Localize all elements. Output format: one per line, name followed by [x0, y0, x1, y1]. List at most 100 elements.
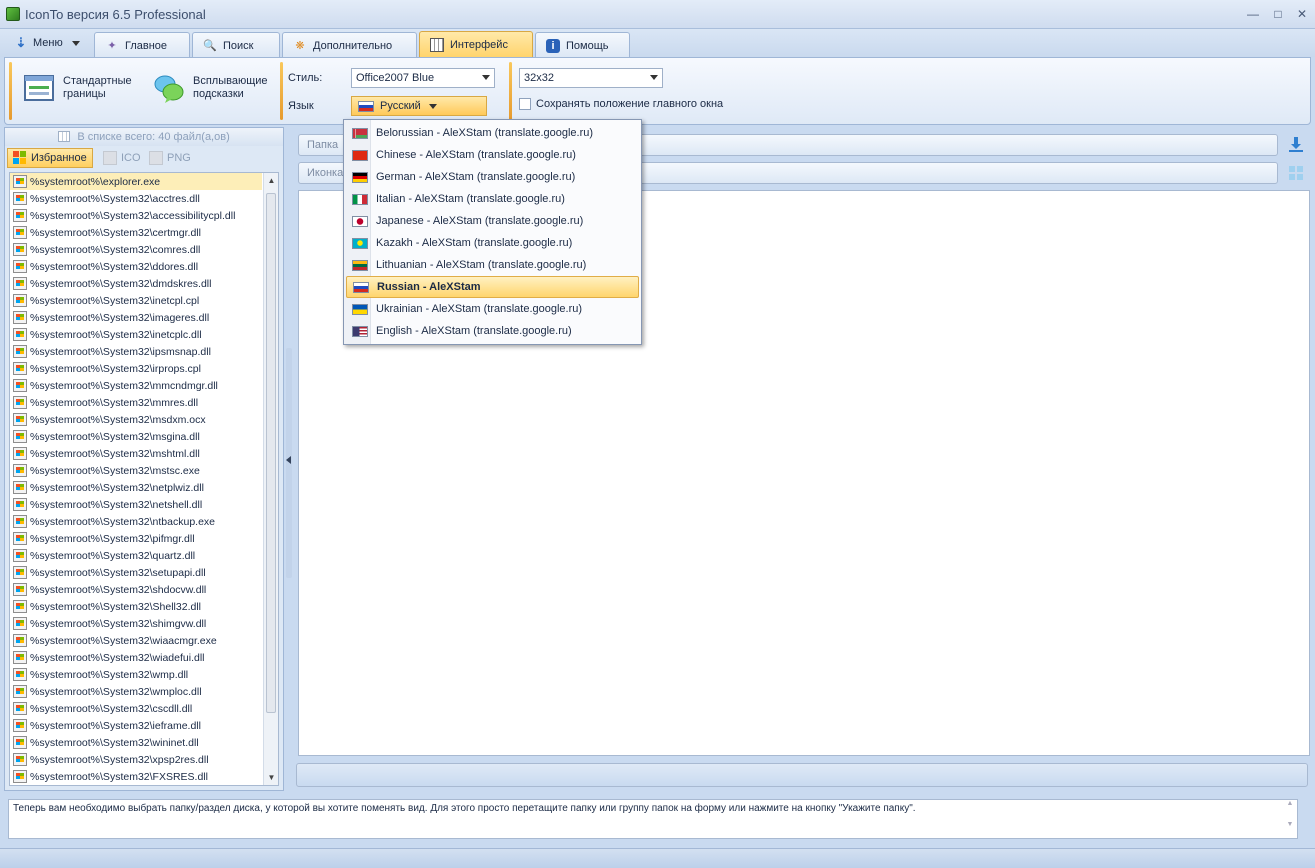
file-list-item[interactable]: %systemroot%\System32\ntbackup.exe [10, 513, 262, 530]
file-list-item[interactable]: %systemroot%\System32\irprops.cpl [10, 360, 262, 377]
file-list-item[interactable]: %systemroot%\System32\setupapi.dll [10, 564, 262, 581]
language-option[interactable]: Japanese - AleXStam (translate.google.ru… [346, 210, 639, 232]
file-list-item[interactable]: %systemroot%\System32\wininet.dll [10, 734, 262, 751]
tooltips-button[interactable]: Всплывающие подсказки [153, 72, 268, 104]
bottom-toolbar [296, 763, 1308, 787]
windows-file-icon [13, 226, 27, 239]
language-option[interactable]: Lithuanian - AleXStam (translate.google.… [346, 254, 639, 276]
chevron-down-icon [482, 75, 490, 80]
language-option[interactable]: Chinese - AleXStam (translate.google.ru) [346, 144, 639, 166]
window-title: IconTo версия 6.5 Professional [25, 7, 206, 22]
scroll-up-icon[interactable]: ▲ [264, 173, 278, 188]
file-list-item[interactable]: %systemroot%\System32\quartz.dll [10, 547, 262, 564]
file-list-item[interactable]: %systemroot%\System32\ieframe.dll [10, 717, 262, 734]
checkbox-box[interactable] [519, 98, 531, 110]
windows-file-icon [13, 379, 27, 392]
language-option[interactable]: English - AleXStam (translate.google.ru) [346, 320, 639, 342]
windows-file-icon [13, 515, 27, 528]
germany-flag-icon [352, 171, 368, 183]
file-list-item[interactable]: %systemroot%\System32\wmp.dll [10, 666, 262, 683]
file-list-item[interactable]: %systemroot%\System32\dmdskres.dll [10, 275, 262, 292]
tab-ico[interactable]: ICO [97, 148, 147, 168]
tab-favorites[interactable]: Избранное [7, 148, 93, 168]
language-select[interactable]: Русский [351, 96, 487, 116]
file-list-item[interactable]: %systemroot%\System32\shimgvw.dll [10, 615, 262, 632]
download-icon[interactable] [1288, 136, 1304, 152]
file-list-item[interactable]: %systemroot%\System32\comres.dll [10, 241, 262, 258]
file-path: %systemroot%\System32\wininet.dll [30, 736, 199, 749]
file-list-item[interactable]: %systemroot%\System32\xpsp2res.dll [10, 751, 262, 768]
language-option[interactable]: Kazakh - AleXStam (translate.google.ru) [346, 232, 639, 254]
style-select[interactable]: Office2007 Blue [351, 68, 495, 88]
file-list-item[interactable]: %systemroot%\System32\ipsmsnap.dll [10, 343, 262, 360]
ico-file-icon [103, 151, 117, 165]
minimize-button[interactable]: — [1245, 6, 1261, 22]
file-path: %systemroot%\System32\inetcpl.cpl [30, 294, 200, 307]
collapse-left-icon[interactable] [286, 456, 291, 464]
file-path: %systemroot%\System32\wiaacmgr.exe [30, 634, 217, 647]
file-list-item[interactable]: %systemroot%\System32\Shell32.dll [10, 598, 262, 615]
tab-search[interactable]: 🔍 Поиск [192, 32, 280, 58]
icon-size-select[interactable]: 32x32 [519, 68, 663, 88]
file-list-item[interactable]: %systemroot%\System32\inetcpl.cpl [10, 292, 262, 309]
file-list-item[interactable]: %systemroot%\System32\mmcndmgr.dll [10, 377, 262, 394]
windows-file-icon [13, 277, 27, 290]
language-dropdown[interactable]: Belorussian - AleXStam (translate.google… [343, 119, 642, 345]
file-list-item[interactable]: %systemroot%\System32\inetcplc.dll [10, 326, 262, 343]
windows-file-icon [13, 719, 27, 732]
file-list-item[interactable]: %systemroot%\System32\cscdll.dll [10, 700, 262, 717]
info-shield-icon: i [546, 38, 560, 53]
file-list[interactable]: %systemroot%\explorer.exe %systemroot%\Sy… [9, 172, 279, 786]
language-option[interactable]: Russian - AleXStam [346, 276, 639, 298]
app-icon [6, 7, 20, 21]
file-list-item[interactable]: %systemroot%\System32\imageres.dll [10, 309, 262, 326]
search-icon: 🔍 [203, 39, 217, 52]
language-option[interactable]: Ukrainian - AleXStam (translate.google.r… [346, 298, 639, 320]
vertical-scrollbar[interactable]: ▲ ▼ [263, 173, 278, 785]
panel-splitter[interactable] [286, 348, 292, 578]
file-list-item[interactable]: %systemroot%\System32\certmgr.dll [10, 224, 262, 241]
file-path: %systemroot%\System32\shdocvw.dll [30, 583, 207, 596]
scrollbar-thumb[interactable] [266, 193, 276, 713]
close-button[interactable]: ✕ [1294, 6, 1310, 22]
windows-file-icon [13, 481, 27, 494]
file-list-item[interactable]: %systemroot%\System32\netplwiz.dll [10, 479, 262, 496]
file-list-item[interactable]: %systemroot%\System32\accessibilitycpl.d… [10, 207, 262, 224]
language-option-label: Japanese - AleXStam (translate.google.ru… [376, 215, 584, 227]
language-option[interactable]: German - AleXStam (translate.google.ru) [346, 166, 639, 188]
file-path: %systemroot%\System32\certmgr.dll [30, 226, 201, 239]
menu-button[interactable]: ⇣ Меню [14, 36, 80, 50]
language-option[interactable]: Belorussian - AleXStam (translate.google… [346, 122, 639, 144]
tab-png[interactable]: PNG [143, 148, 197, 168]
file-list-item[interactable]: %systemroot%\System32\wiadefui.dll [10, 649, 262, 666]
tab-help[interactable]: i Помощь [535, 32, 630, 58]
file-list-item[interactable]: %systemroot%\explorer.exe [10, 173, 262, 190]
file-list-item[interactable]: %systemroot%\System32\mshtml.dll [10, 445, 262, 462]
file-list-item[interactable]: %systemroot%\System32\msgina.dll [10, 428, 262, 445]
windows-logo-icon[interactable] [1288, 165, 1304, 181]
save-position-checkbox[interactable]: Сохранять положение главного окна [519, 98, 723, 110]
favorites-panel: В списке всего: 40 файл(а,ов) Избранное … [4, 127, 284, 791]
file-list-item[interactable]: %systemroot%\System32\mmres.dll [10, 394, 262, 411]
file-list-item[interactable]: %systemroot%\System32\wmploc.dll [10, 683, 262, 700]
maximize-button[interactable]: □ [1270, 6, 1286, 22]
tab-interface[interactable]: Интерфейс [419, 31, 533, 58]
file-list-item[interactable]: %systemroot%\System32\netshell.dll [10, 496, 262, 513]
tab-additional[interactable]: ❋ Дополнительно [282, 32, 417, 58]
standard-borders-button[interactable]: Стандартные границы [23, 72, 132, 104]
language-option-label: English - AleXStam (translate.google.ru) [376, 325, 572, 337]
language-option[interactable]: Italian - AleXStam (translate.google.ru) [346, 188, 639, 210]
file-list-item[interactable]: %systemroot%\System32\ddores.dll [10, 258, 262, 275]
file-list-item[interactable]: %systemroot%\System32\FXSRES.dll [10, 768, 262, 785]
file-list-item[interactable]: %systemroot%\System32\msdxm.ocx [10, 411, 262, 428]
file-list-item[interactable]: %systemroot%\System32\acctres.dll [10, 190, 262, 207]
file-list-item[interactable]: %systemroot%\System32\wiaacmgr.exe [10, 632, 262, 649]
hint-scrollbar[interactable]: ▲ ▼ [1283, 800, 1297, 838]
tab-main[interactable]: ✦ Главное [94, 32, 190, 58]
language-select-value: Русский [380, 100, 421, 112]
tab-png-label: PNG [167, 152, 191, 164]
file-list-item[interactable]: %systemroot%\System32\mstsc.exe [10, 462, 262, 479]
file-list-item[interactable]: %systemroot%\System32\pifmgr.dll [10, 530, 262, 547]
file-list-item[interactable]: %systemroot%\System32\shdocvw.dll [10, 581, 262, 598]
scroll-down-icon[interactable]: ▼ [264, 770, 278, 785]
